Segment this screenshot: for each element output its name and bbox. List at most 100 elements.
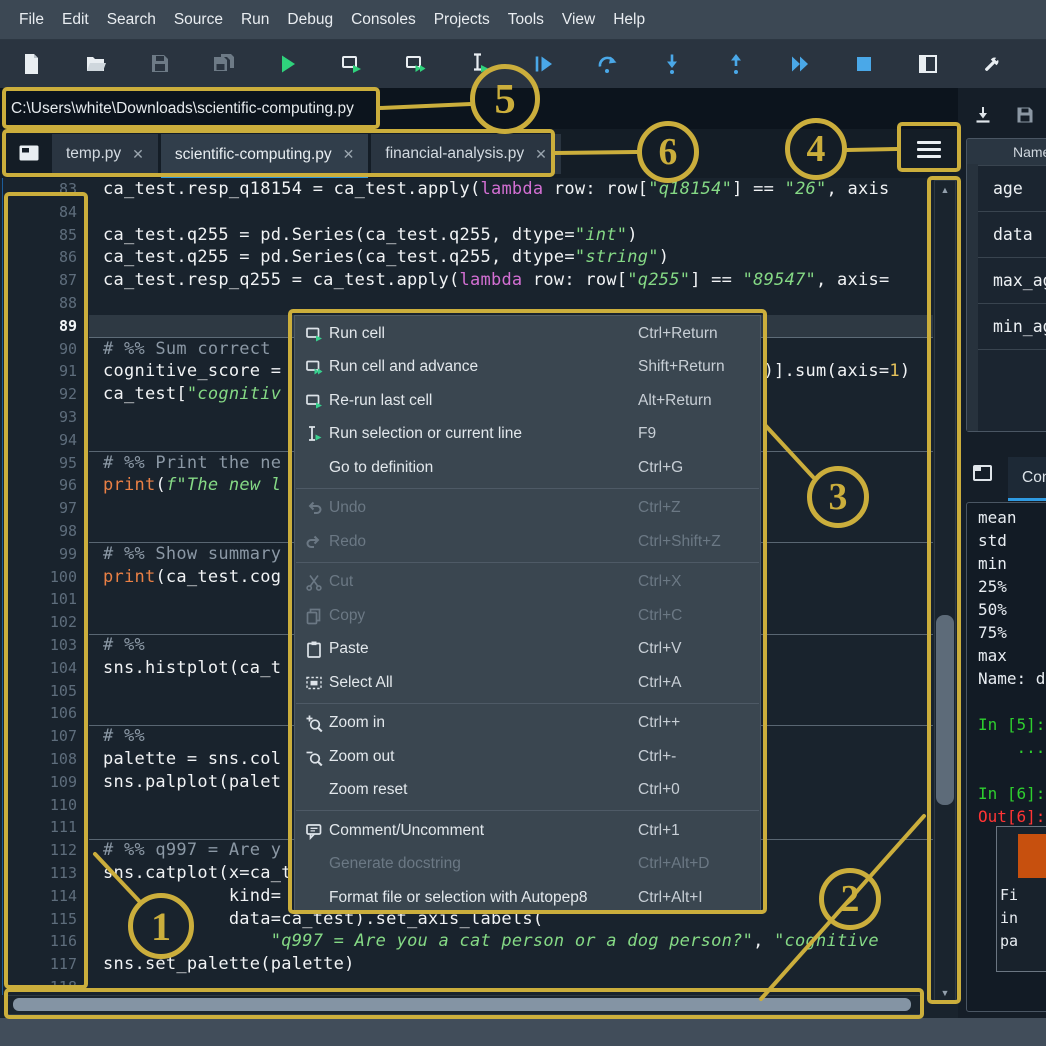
console-tab[interactable]: Con <box>1008 457 1046 501</box>
cut-icon <box>301 571 327 593</box>
console-tab-bar: Con <box>964 455 1046 502</box>
console-pane-button[interactable] <box>972 463 994 488</box>
run-file-icon <box>276 52 300 76</box>
menu-item-copy[interactable]: CopyCtrl+C <box>295 599 760 633</box>
tab-close-icon[interactable]: ✕ <box>132 146 144 163</box>
save-button[interactable] <box>128 42 192 86</box>
code-token: "int" <box>575 225 627 245</box>
maximize-pane-icon <box>916 52 940 76</box>
step-out-button[interactable] <box>704 42 768 86</box>
menu-help[interactable]: Help <box>604 0 654 40</box>
menu-item-label: Undo <box>329 499 366 517</box>
separator-line <box>296 810 759 811</box>
menu-item-zoom-in[interactable]: Zoom inCtrl++ <box>295 707 760 741</box>
open-file-button[interactable] <box>64 42 128 86</box>
tab-close-icon[interactable]: ✕ <box>535 146 547 163</box>
tab-financial-analysis.py[interactable]: financial-analysis.py✕ <box>371 134 560 174</box>
run-cell-and-advance-button[interactable] <box>384 42 448 86</box>
run-selection-button[interactable] <box>448 42 512 86</box>
vertical-scrollbar[interactable] <box>934 180 956 1002</box>
menu-item-select-all[interactable]: Select AllCtrl+A <box>295 666 760 700</box>
code-token: ca_test.q255 = pd.Series(ca_test.q255, d… <box>103 247 575 267</box>
menu-source[interactable]: Source <box>165 0 232 40</box>
run-cell-button[interactable] <box>320 42 384 86</box>
console-line: 75% <box>978 621 1046 644</box>
stop-button[interactable] <box>832 42 896 86</box>
line-number: 91 <box>3 360 77 383</box>
new-file-button[interactable] <box>0 42 64 86</box>
menu-item-paste[interactable]: PasteCtrl+V <box>295 633 760 667</box>
menu-item-format-file-or-selection-with-autopep8[interactable]: Format file or selection with Autopep8Ct… <box>295 881 760 915</box>
editor-tabs: temp.py✕scientific-computing.py✕financia… <box>52 134 564 178</box>
browse-tabs-button[interactable] <box>12 137 46 169</box>
tab-scientific-computing.py[interactable]: scientific-computing.py✕ <box>161 134 369 178</box>
save-all-button[interactable] <box>192 42 256 86</box>
step-over-button[interactable] <box>576 42 640 86</box>
menu-item-run-selection-or-current-line[interactable]: Run selection or current lineF9 <box>295 418 760 452</box>
vertical-scrollbar-thumb[interactable] <box>936 615 954 805</box>
menu-debug[interactable]: Debug <box>278 0 342 40</box>
menu-item-shortcut: Ctrl+X <box>638 573 682 591</box>
menu-item-zoom-reset[interactable]: Zoom resetCtrl+0 <box>295 774 760 808</box>
step-into-button[interactable] <box>640 42 704 86</box>
line-number: 95 <box>3 452 77 475</box>
variable-explorer-toolbar <box>962 96 1046 134</box>
tab-close-icon[interactable]: ✕ <box>343 146 355 163</box>
menu-item-cut[interactable]: CutCtrl+X <box>295 566 760 600</box>
debug-file-button[interactable] <box>512 42 576 86</box>
menu-item-redo[interactable]: RedoCtrl+Shift+Z <box>295 525 760 559</box>
code-line: ca_test.resp_q18154 = ca_test.apply(lamb… <box>91 178 933 201</box>
menu-tools[interactable]: Tools <box>499 0 553 40</box>
menu-item-comment-uncomment[interactable]: Comment/UncommentCtrl+1 <box>295 814 760 848</box>
continue-execution-button[interactable] <box>768 42 832 86</box>
run-selection-icon <box>301 423 327 445</box>
menu-item-run-cell-and-advance[interactable]: Run cell and advanceShift+Return <box>295 351 760 385</box>
preferences-button[interactable] <box>960 42 1024 86</box>
tab-temp.py[interactable]: temp.py✕ <box>52 134 158 174</box>
save-data-button[interactable] <box>1004 105 1046 125</box>
variable-table-header[interactable]: Name <box>967 139 1046 166</box>
run-file-button[interactable] <box>256 42 320 86</box>
variable-row-min_age[interactable]: min_age <box>967 304 1046 350</box>
scroll-down-arrow[interactable]: ▼ <box>934 988 956 998</box>
menu-file[interactable]: File <box>10 0 53 40</box>
menu-edit[interactable]: Edit <box>53 0 98 40</box>
menu-run[interactable]: Run <box>232 0 278 40</box>
menu-search[interactable]: Search <box>98 0 165 40</box>
step-out-icon <box>724 52 748 76</box>
menu-item-go-to-definition[interactable]: Go to definitionCtrl+G <box>295 451 760 485</box>
no-icon <box>301 457 327 479</box>
variable-row-max_age[interactable]: max_age <box>967 258 1046 304</box>
menu-item-run-cell[interactable]: Run cell Ctrl+Return <box>295 317 760 351</box>
editor-tab-bar: temp.py✕scientific-computing.py✕financia… <box>0 129 958 178</box>
select-all-icon <box>301 672 327 694</box>
menu-item-undo[interactable]: UndoCtrl+Z <box>295 492 760 526</box>
menu-item-shortcut: Ctrl+Alt+D <box>638 855 710 873</box>
figure-caption-line: Fi <box>1000 886 1046 904</box>
line-number: 106 <box>3 702 77 725</box>
menu-item-re-run-last-cell[interactable]: Re-run last cellAlt+Return <box>295 384 760 418</box>
code-token: "string" <box>575 247 659 267</box>
menu-projects[interactable]: Projects <box>425 0 499 40</box>
menu-item-zoom-out[interactable]: Zoom outCtrl+- <box>295 740 760 774</box>
variable-row-age[interactable]: age <box>967 166 1046 212</box>
scroll-up-arrow[interactable]: ▲ <box>934 185 956 195</box>
variable-row-data[interactable]: data <box>967 212 1046 258</box>
menu-item-label: Run cell <box>329 325 385 343</box>
path-bar[interactable]: C:\Users\white\Downloads\scientific-comp… <box>0 88 958 129</box>
maximize-pane-button[interactable] <box>896 42 960 86</box>
horizontal-scrollbar-thumb[interactable] <box>13 998 911 1011</box>
menu-consoles[interactable]: Consoles <box>342 0 425 40</box>
stop-icon <box>852 52 876 76</box>
code-token: ca_test.resp_q255 = ca_test.apply( <box>103 270 460 290</box>
menu-view[interactable]: View <box>553 0 604 40</box>
code-token: print <box>103 475 155 495</box>
menu-item-generate-docstring[interactable]: Generate docstringCtrl+Alt+D <box>295 848 760 882</box>
menu-item-shortcut: Ctrl+C <box>638 607 682 625</box>
line-number: 104 <box>3 657 77 680</box>
code-token: ca_test[ <box>103 384 187 404</box>
menu-item-shortcut: Ctrl+Return <box>638 325 718 343</box>
import-data-button[interactable] <box>962 105 1004 125</box>
line-number: 110 <box>3 794 77 817</box>
editor-options-button[interactable] <box>902 128 956 170</box>
